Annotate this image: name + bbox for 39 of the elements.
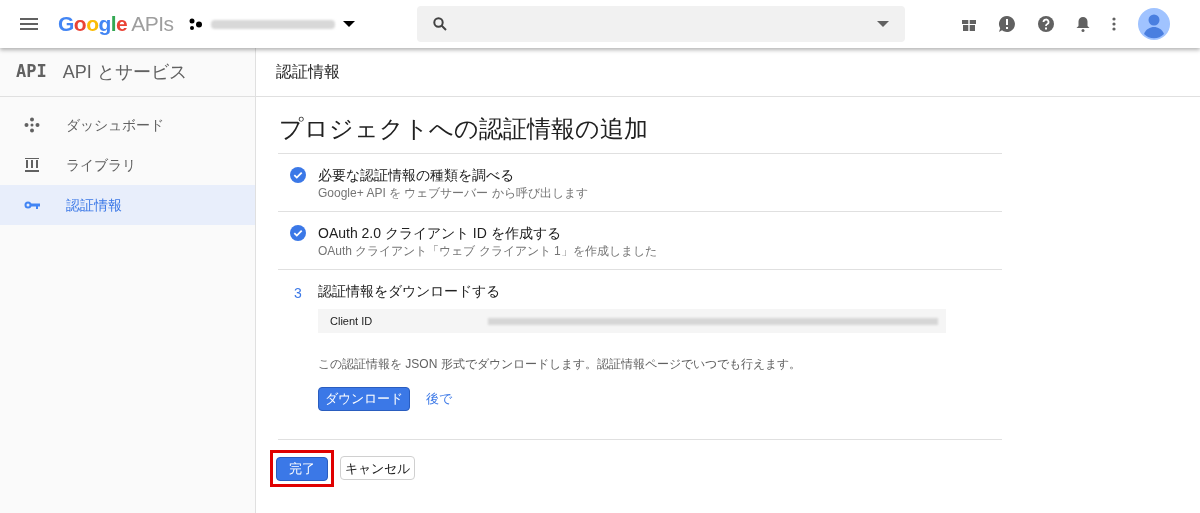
step-subtitle: Google+ API を ウェブサーバー から呼び出します [318,185,589,201]
sidebar-title: API とサービス [62,60,187,84]
sidebar-item[interactable]: 認証情報 [0,185,255,225]
step-number: 3 [294,284,302,303]
project-selector[interactable] [189,18,356,30]
step-subtitle: OAuth クライアント「ウェブ クライアント 1」を作成しました [318,243,658,259]
logo-brand[interactable]: Google [58,8,128,40]
menu-icon[interactable] [20,18,38,30]
gift-icon[interactable] [962,17,976,31]
search-field[interactable] [417,6,906,42]
logo-product[interactable]: APIs [131,8,174,40]
field-label: Client ID [329,313,374,329]
project-icon [189,18,204,30]
api-logo: API [16,60,47,84]
caret-icon [343,21,356,27]
avatar-icon[interactable] [1138,8,1170,40]
dashboard-icon [24,117,40,133]
check-circle-icon [290,167,306,183]
page-title: 認証情報 [276,62,340,82]
later-link[interactable]: 後で [426,389,452,409]
feedback-icon[interactable] [998,15,1016,33]
download-button[interactable]: ダウンロード [318,387,410,411]
step-title: 必要な認証情報の種類を調べる [318,166,515,185]
sidebar-item[interactable]: ダッシュボード [0,105,255,145]
sidebar-item[interactable]: ライブラリ [0,145,255,185]
caret-icon[interactable] [877,21,890,27]
more-options-icon[interactable] [1112,17,1116,31]
done-button[interactable]: 完了 [276,456,328,481]
library-icon [25,158,39,172]
cancel-button[interactable]: キャンセル [340,456,415,481]
page-heading: プロジェクトへの認証情報の追加 [279,114,649,144]
step-title: OAuth 2.0 クライアント ID を作成する [318,224,562,243]
notification-bell-icon[interactable] [1076,16,1090,32]
help-icon[interactable] [1038,16,1054,32]
search-icon [433,17,448,31]
key-icon [24,200,40,210]
check-circle-icon [290,225,306,241]
step-title: 認証情報をダウンロードする [318,282,501,301]
download-description: この認証情報を JSON 形式でダウンロードします。認証情報ページでいつでも行えます。 [318,356,802,373]
